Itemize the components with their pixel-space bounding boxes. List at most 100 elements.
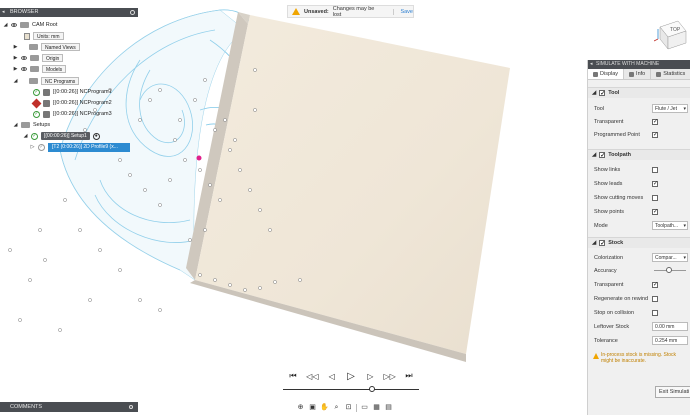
stock-section-header[interactable]: ◢ Stock: [588, 237, 690, 250]
collapse-icon[interactable]: ◂: [590, 60, 593, 69]
look-at-icon[interactable]: ▣: [308, 403, 317, 412]
section-title: Toolpath: [608, 151, 632, 158]
display-settings-icon[interactable]: ▭: [360, 403, 369, 412]
tab-info[interactable]: Info: [624, 69, 652, 79]
folder-icon: [29, 44, 38, 50]
regenerate-checkbox[interactable]: [652, 295, 658, 302]
comments-panel[interactable]: COMMENTS: [0, 402, 138, 412]
tree-item-cam-root[interactable]: ◢ CAM Root: [3, 20, 57, 30]
pin-icon[interactable]: [129, 405, 133, 409]
chevron-down-icon[interactable]: ◢: [13, 120, 18, 130]
visibility-eye-icon[interactable]: [21, 56, 27, 60]
stock-section: ◢ Stock: [588, 237, 690, 250]
simulate-panel-header[interactable]: ◂ SIMULATE WITH MACHINE: [588, 60, 690, 69]
stop-on-collision-checkbox[interactable]: [652, 309, 658, 316]
error-icon: [31, 98, 42, 108]
tab-label: Statistics: [663, 70, 686, 77]
tree-item-nc-programs[interactable]: ◢ NC Programs: [13, 76, 80, 86]
folder-icon: [21, 122, 30, 128]
show-points-checkbox[interactable]: [652, 208, 658, 215]
tree-item-ncprogram2[interactable]: [(0:00:26)] NCProgram2: [31, 98, 112, 108]
chevron-right-icon[interactable]: ▶: [13, 53, 18, 63]
tree-item-label: [T2 (0:00:26)] 2D Profile9 (x...: [48, 142, 130, 152]
show-links-checkbox[interactable]: [652, 166, 658, 173]
tool-position-marker: [196, 155, 202, 161]
step-back-icon[interactable]: ◁◁: [306, 370, 318, 382]
toolpath-section: ◢ Toolpath: [588, 149, 690, 162]
viewports-icon[interactable]: ▤: [384, 403, 393, 412]
tree-item-2d-profile9[interactable]: ▷ ✓ [T2 (0:00:26)] 2D Profile9 (x...: [30, 142, 130, 152]
tree-item-ncprogram1[interactable]: ✓ [(0:00:26)] NCProgram1: [33, 87, 112, 97]
play-icon[interactable]: ▷: [345, 370, 357, 382]
stock-transparent-checkbox[interactable]: [652, 281, 658, 288]
chevron-down-icon[interactable]: ◢: [592, 88, 596, 99]
tree-item-setup1[interactable]: ◢ ✓ [(00:00:26)] Setup1 ●: [23, 131, 100, 141]
chevron-down-icon[interactable]: ◢: [3, 20, 8, 30]
visibility-eye-icon[interactable]: [11, 23, 17, 27]
toolpath-section-header[interactable]: ◢ Toolpath: [588, 149, 690, 162]
exit-simulation-button[interactable]: Exit Simulati: [655, 386, 690, 398]
tab-display[interactable]: Display: [588, 69, 625, 79]
programmed-point-checkbox[interactable]: [652, 131, 658, 138]
section-title: Tool: [608, 89, 620, 96]
tree-item-models[interactable]: ▶ Models: [13, 64, 67, 74]
chevron-right-icon[interactable]: ▷: [30, 142, 35, 152]
pin-icon[interactable]: [130, 10, 135, 15]
tree-item-named-views[interactable]: ▶ Named Views: [13, 42, 80, 52]
chevron-right-icon[interactable]: ▶: [13, 64, 18, 74]
check-icon: ✓: [33, 88, 40, 96]
chevron-down-icon[interactable]: ◢: [23, 131, 28, 141]
tool-transparent-checkbox[interactable]: [652, 118, 658, 125]
zoom-icon[interactable]: ⌕: [332, 403, 341, 412]
step-forward-frame-icon[interactable]: ▷: [364, 370, 376, 382]
stock-transparent-row: Transparent: [594, 278, 688, 291]
toolpath-section-checkbox[interactable]: [599, 151, 605, 162]
visibility-eye-icon[interactable]: [21, 67, 27, 71]
accuracy-slider[interactable]: [652, 266, 688, 275]
viewcube[interactable]: TOP: [654, 19, 688, 51]
show-cutting-moves-checkbox[interactable]: [652, 194, 658, 201]
step-back-frame-icon[interactable]: ◁: [326, 370, 338, 382]
collapse-icon[interactable]: ◂: [2, 8, 5, 17]
tool-dropdown[interactable]: Flute / Jet: [652, 104, 688, 113]
fit-icon[interactable]: ⊡: [344, 403, 353, 412]
chevron-down-icon[interactable]: ◢: [592, 238, 596, 249]
tolerance-input[interactable]: 0.254 mm: [652, 336, 688, 345]
skip-to-start-icon[interactable]: ⏮: [287, 370, 299, 382]
simulate-panel: ◂ SIMULATE WITH MACHINE Display Info Sta…: [587, 60, 690, 415]
document-icon: [24, 32, 30, 40]
tree-item-units[interactable]: Units: mm: [24, 31, 64, 41]
pan-icon[interactable]: ✋: [320, 403, 329, 412]
skip-to-end-icon[interactable]: ⏭: [403, 370, 415, 382]
tool-section-checkbox[interactable]: [599, 89, 605, 100]
chevron-down-icon[interactable]: ◢: [592, 150, 596, 161]
tool-row: Tool Flute / Jet: [594, 102, 688, 115]
navigation-toolbar: ⊕ ▣ ✋ ⌕ ⊡ ▭ ▦ ▤: [296, 402, 408, 413]
orbit-icon[interactable]: ⊕: [296, 403, 305, 412]
activate-icon[interactable]: ●: [92, 132, 100, 140]
leftover-stock-input[interactable]: 0.00 mm: [652, 322, 688, 331]
save-button[interactable]: Save: [393, 8, 413, 15]
timeline-knob[interactable]: [368, 386, 375, 392]
show-leads-checkbox[interactable]: [652, 180, 658, 187]
chevron-down-icon[interactable]: ◢: [13, 76, 18, 86]
stock-warning-text: In-process stock is missing. Stock might…: [601, 352, 677, 364]
accuracy-slider-knob[interactable]: [665, 267, 672, 273]
colorization-dropdown[interactable]: Compar...: [652, 253, 688, 262]
step-forward-icon[interactable]: ▷▷: [383, 370, 395, 382]
leftover-stock-label: Leftover Stock: [594, 323, 630, 330]
browser-header[interactable]: ◂ BROWSER: [0, 8, 138, 17]
mode-dropdown[interactable]: Toolpath...: [652, 221, 688, 230]
grid-icon[interactable]: ▦: [372, 403, 381, 412]
timeline-slider[interactable]: [283, 386, 419, 392]
simulate-tabs: Display Info Statistics: [588, 69, 690, 80]
chevron-right-icon[interactable]: ▶: [13, 42, 18, 52]
tab-statistics[interactable]: Statistics: [651, 69, 690, 79]
tool-section-header[interactable]: ◢ Tool: [588, 87, 690, 100]
tree-item-ncprogram3[interactable]: ✓ [(0:00:26)] NCProgram3: [33, 109, 112, 119]
tree-item-origin[interactable]: ▶ Origin: [13, 53, 64, 63]
show-cutting-moves-label: Show cutting moves: [594, 194, 644, 201]
stock-section-checkbox[interactable]: [599, 239, 605, 250]
tree-item-setups[interactable]: ◢ Setups: [13, 120, 50, 130]
leftover-stock-row: Leftover Stock 0.00 mm: [594, 320, 688, 333]
